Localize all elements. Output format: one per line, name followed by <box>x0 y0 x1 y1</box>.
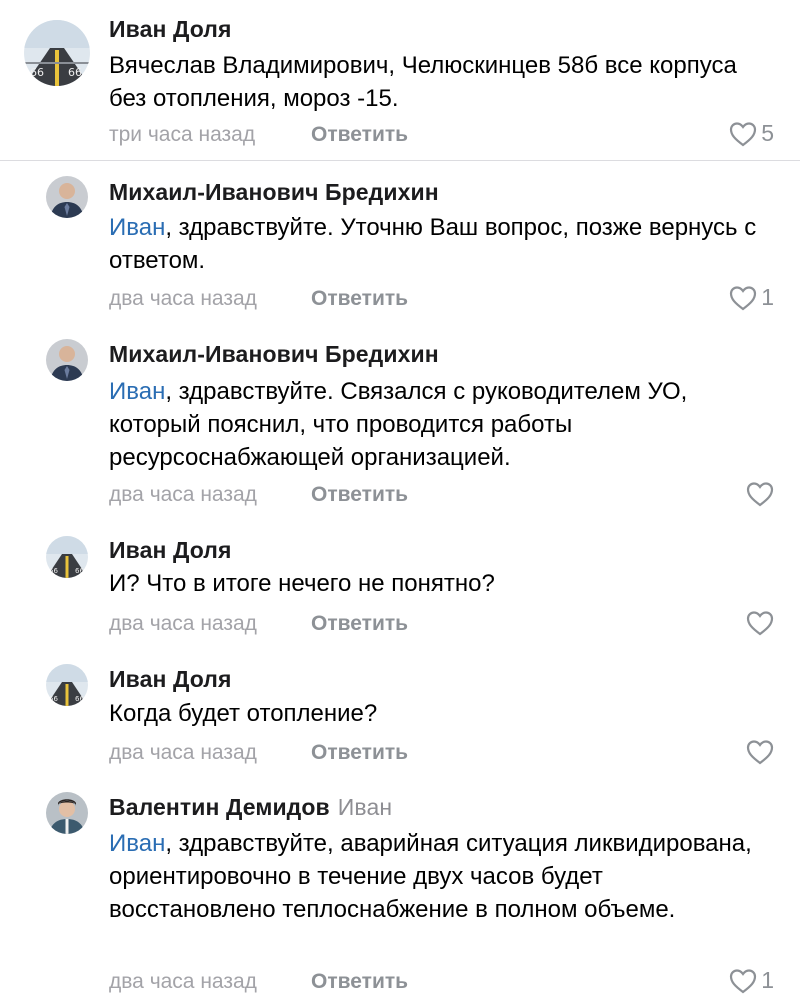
comment-time: три часа назад <box>109 123 256 146</box>
man-portrait-avatar-icon[interactable] <box>46 792 88 834</box>
man-in-suit-avatar-icon[interactable] <box>46 339 88 381</box>
comment-author[interactable]: Иван Доля <box>109 16 232 43</box>
comment-time: два часа назад <box>109 970 257 993</box>
comment-reply: Михаил-Иванович Бредихин Иван, здравству… <box>0 331 800 531</box>
comment-author[interactable]: Михаил-Иванович Бредихин <box>109 179 439 206</box>
road-avatar-icon[interactable]: 66 66 <box>46 536 88 578</box>
comment-time: два часа назад <box>109 741 257 764</box>
like-button[interactable]: 1 <box>729 284 774 311</box>
author-name[interactable]: Валентин Демидов <box>109 794 330 820</box>
comment-author[interactable]: Иван Доля <box>109 537 232 564</box>
comment-text: Иван, здравствуйте. Связался с руководит… <box>109 375 769 474</box>
reply-button[interactable]: Ответить <box>311 612 408 636</box>
heart-icon <box>730 968 757 993</box>
mention-link[interactable]: Иван <box>109 378 165 405</box>
svg-text:66: 66 <box>68 66 82 79</box>
comment-text: И? Что в итоге нечего не понятно? <box>109 570 495 597</box>
reply-button[interactable]: Ответить <box>311 741 408 765</box>
like-count: 1 <box>761 284 774 310</box>
reply-button[interactable]: Ответить <box>311 287 408 311</box>
man-in-suit-avatar-icon[interactable] <box>46 176 88 218</box>
heart-icon <box>746 611 774 636</box>
reply-button[interactable]: Ответить <box>311 123 408 147</box>
comment-text: Иван, здравствуйте. Уточню Ваш вопрос, п… <box>109 211 769 277</box>
comment: 66 66 Иван Доля Вячеслав Владимирович, Ч… <box>0 0 800 160</box>
comment-author[interactable]: Михаил-Иванович Бредихин <box>109 341 439 368</box>
comment-text: Когда будет отопление? <box>109 700 378 727</box>
reply-button[interactable]: Ответить <box>311 483 408 507</box>
svg-text:66: 66 <box>30 66 44 79</box>
comment-author[interactable]: Валентин Демидов Иван <box>109 794 392 821</box>
comment-text-body: , здравствуйте. Уточню Ваш вопрос, позже… <box>109 214 757 274</box>
svg-text:66: 66 <box>49 695 58 703</box>
like-count: 1 <box>761 967 774 993</box>
comment-time: два часа назад <box>109 287 257 310</box>
comment-text-body: , здравствуйте, аварийная ситуация ликви… <box>109 830 752 923</box>
comment-time: два часа назад <box>109 612 257 635</box>
heart-icon <box>746 740 774 765</box>
svg-text:66: 66 <box>75 567 84 575</box>
reply-button[interactable]: Ответить <box>311 970 408 994</box>
comment-text-body: , здравствуйте. Связался с руководителем… <box>109 378 688 471</box>
like-count: 5 <box>761 120 774 146</box>
heart-icon <box>730 121 757 146</box>
heart-icon <box>746 482 774 507</box>
comment-reply: 66 66 Иван Доля И? Что в итоге нечего не… <box>0 531 800 661</box>
like-button[interactable] <box>746 610 774 636</box>
reply-to-name[interactable]: Иван <box>338 794 392 820</box>
svg-text:66: 66 <box>75 695 84 703</box>
svg-text:66: 66 <box>49 567 58 575</box>
road-avatar-icon[interactable]: 66 66 <box>24 20 90 86</box>
like-button[interactable] <box>746 739 774 765</box>
comment-text: Иван, здравствуйте, аварийная ситуация л… <box>109 827 769 926</box>
mention-link[interactable]: Иван <box>109 214 165 241</box>
comment-author[interactable]: Иван Доля <box>109 666 232 693</box>
comment-reply: Михаил-Иванович Бредихин Иван, здравству… <box>0 161 800 331</box>
comment-text: Вячеслав Владимирович, Челюскинцев 58б в… <box>109 52 737 112</box>
comment-reply: 66 66 Иван Доля Когда будет отопление? д… <box>0 661 800 789</box>
comment-time: два часа назад <box>109 483 257 506</box>
road-avatar-icon[interactable]: 66 66 <box>46 664 88 706</box>
like-button[interactable]: 1 <box>729 967 774 994</box>
comment-reply: Валентин Демидов Иван Иван, здравствуйте,… <box>0 789 800 1005</box>
like-button[interactable] <box>746 481 774 507</box>
like-button[interactable]: 5 <box>729 120 774 147</box>
mention-link[interactable]: Иван <box>109 830 165 857</box>
heart-icon <box>730 285 757 310</box>
